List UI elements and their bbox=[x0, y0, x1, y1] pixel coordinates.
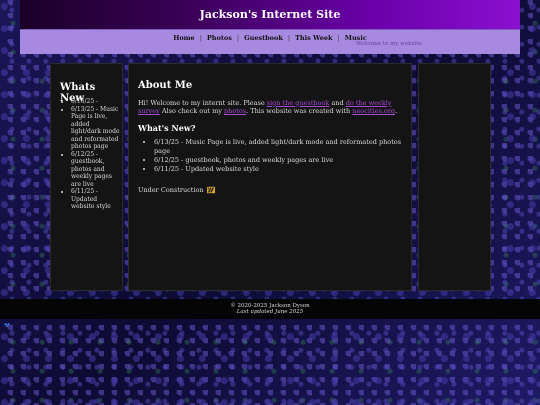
update-item: 6/12/25 - guestbook, photos and weekly p… bbox=[154, 156, 402, 165]
nav-photos[interactable]: Photos bbox=[202, 34, 237, 42]
sidebar-item: 6/12/25 - guestbook, photos and weekly p… bbox=[71, 151, 121, 189]
sidebar-list: 6/16/25 - 6/13/25 - Music Page is live, … bbox=[51, 98, 121, 211]
top-nav: Home | Photos | Guestbook | This Week | Music We… bbox=[20, 29, 520, 54]
guestbook-link[interactable]: sign the guestbook bbox=[267, 99, 330, 107]
photos-link[interactable]: photos bbox=[224, 107, 246, 115]
sidebar-item: 6/11/25 - Updated website style bbox=[71, 188, 121, 211]
under-construction: Under Construction bbox=[138, 186, 402, 195]
update-item: 6/13/25 - Music Page is live, added ligh… bbox=[154, 138, 402, 156]
site-header: Jackson's Internet Site bbox=[20, 0, 520, 29]
neocities-link[interactable]: neocities.org bbox=[352, 107, 395, 115]
copyright: © 2020-2025 Jackson Dyson bbox=[230, 303, 310, 309]
bluesky-butterfly-icon[interactable] bbox=[4, 322, 10, 328]
right-sidebar bbox=[418, 63, 491, 291]
site-footer: © 2020-2025 Jackson Dyson Last updated J… bbox=[0, 299, 540, 319]
intro-paragraph: Hi! Welcome to my internt site. Please s… bbox=[138, 99, 402, 116]
whats-new-title: What's New? bbox=[138, 122, 196, 133]
intro-text: Hi! Welcome to my internt site. Please bbox=[138, 98, 267, 107]
last-updated: Last updated June 2025 bbox=[236, 309, 304, 315]
main-content: About Me Hi! Welcome to my internt site.… bbox=[128, 63, 412, 291]
nav-guestbook[interactable]: Guestbook bbox=[239, 34, 288, 42]
sidebar-item: 6/13/25 - Music Page is live, added ligh… bbox=[71, 106, 121, 151]
construction-label: Under Construction bbox=[138, 186, 204, 194]
construction-cone-icon bbox=[206, 187, 215, 194]
intro-text: and bbox=[329, 98, 346, 107]
sidebar-item: 6/16/25 - bbox=[71, 98, 121, 106]
whats-new-sidebar: Whats New 6/16/25 - 6/13/25 - Music Page… bbox=[50, 63, 123, 291]
site-title: Jackson's Internet Site bbox=[199, 8, 341, 21]
intro-text: . bbox=[395, 107, 398, 115]
nav-this-week[interactable]: This Week bbox=[290, 34, 338, 42]
updates-list: 6/13/25 - Music Page is live, added ligh… bbox=[138, 138, 402, 174]
nav-home[interactable]: Home bbox=[168, 34, 200, 42]
update-item: 6/11/25 - Updated website style bbox=[154, 165, 402, 174]
about-title: About Me bbox=[138, 80, 193, 91]
intro-text: Also check out my bbox=[159, 107, 224, 115]
nav-links: Home | Photos | Guestbook | This Week | Music bbox=[20, 34, 520, 42]
intro-text: . This website was created with bbox=[246, 107, 353, 115]
music-subtitle: Welcome to my website bbox=[356, 41, 422, 47]
